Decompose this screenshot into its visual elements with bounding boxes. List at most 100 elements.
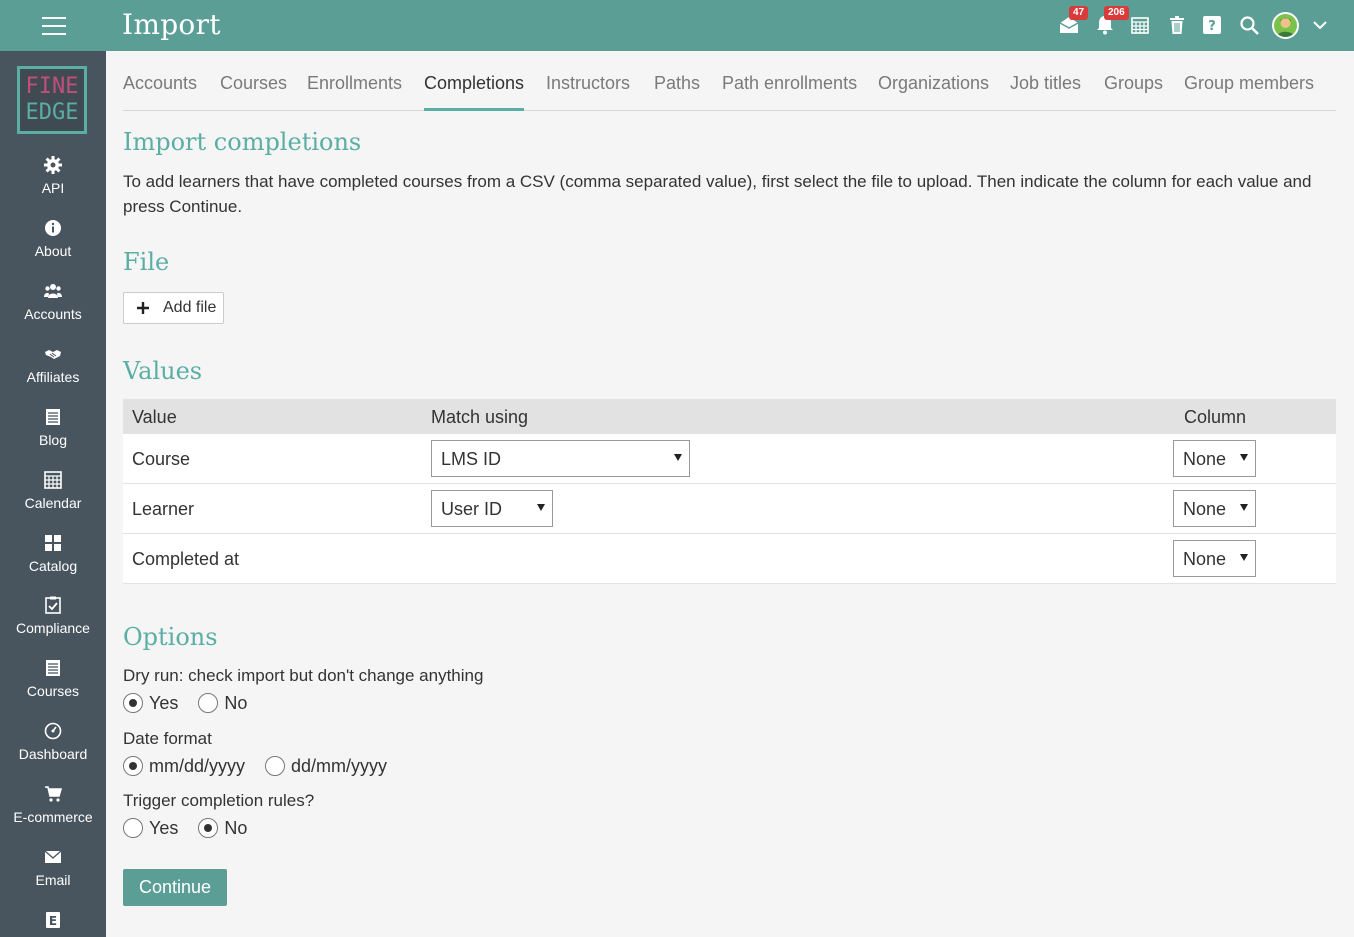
sidebar-item-label: Blog xyxy=(38,432,68,448)
trash-icon[interactable] xyxy=(1165,13,1189,37)
learner-match-select[interactable]: User ID xyxy=(431,490,553,527)
sidebar-item-label: Accounts xyxy=(24,306,82,322)
svg-text:E: E xyxy=(49,914,57,928)
dry-run-radio-group: Yes No xyxy=(123,692,267,714)
info-icon xyxy=(45,220,61,236)
description-text: To add learners that have completed cour… xyxy=(123,172,1312,216)
dropdown-arrow-icon xyxy=(537,504,545,511)
tab-path-enrollments[interactable]: Path enrollments xyxy=(722,73,857,94)
sidebar-item-compliance[interactable]: Compliance xyxy=(0,591,106,651)
values-table: Value Match using Column Course LMS ID N… xyxy=(123,399,1336,584)
search-icon[interactable] xyxy=(1237,13,1261,37)
sidebar-item-label: Calendar xyxy=(24,495,82,511)
top-bar: Import 47 206 ? xyxy=(0,0,1354,51)
tab-group-members[interactable]: Group members xyxy=(1184,73,1314,94)
dropdown-arrow-icon xyxy=(1240,454,1248,461)
radio-label: Yes xyxy=(149,817,179,838)
avatar[interactable] xyxy=(1272,12,1299,39)
sidebar-item-label: About xyxy=(34,243,72,259)
sidebar-item-ecommerce[interactable]: E-commerce xyxy=(0,780,106,840)
tab-instructors[interactable]: Instructors xyxy=(546,73,630,94)
radio-label: dd/mm/yyyy xyxy=(291,755,388,776)
trigger-rules-no-radio[interactable]: No xyxy=(198,818,247,839)
select-value: None xyxy=(1183,549,1227,569)
table-header: Value Match using Column xyxy=(123,399,1336,434)
tab-groups[interactable]: Groups xyxy=(1104,73,1163,94)
date-format-dmy-radio[interactable]: dd/mm/yyyy xyxy=(265,756,387,777)
cart-icon xyxy=(45,786,62,802)
trigger-rules-yes-radio[interactable]: Yes xyxy=(123,818,178,839)
sidebar-item-dashboard[interactable]: Dashboard xyxy=(0,717,106,777)
handshake-icon xyxy=(45,350,61,359)
sidebar-item-courses[interactable]: Courses xyxy=(0,654,106,714)
sidebar-item-e[interactable]: E xyxy=(0,906,106,937)
chevron-down-icon[interactable] xyxy=(1311,16,1329,34)
sidebar-item-affiliates[interactable]: Affiliates xyxy=(0,340,106,400)
dropdown-arrow-icon xyxy=(1240,504,1248,511)
sidebar-item-catalog[interactable]: Catalog xyxy=(0,529,106,589)
dry-run-yes-radio[interactable]: Yes xyxy=(123,693,178,714)
sidebar-item-label: Affiliates xyxy=(26,369,80,385)
radio-circle xyxy=(198,818,219,838)
section-title-import-completions: Import completions xyxy=(123,128,362,156)
tab-completions[interactable]: Completions xyxy=(424,73,524,94)
courses-icon xyxy=(46,660,60,676)
dashboard-icon xyxy=(44,722,62,740)
sidebar-item-blog[interactable]: Blog xyxy=(0,403,106,463)
sidebar-item-label: Email xyxy=(35,872,71,888)
learner-column-select[interactable]: None xyxy=(1173,490,1256,527)
tab-accounts[interactable]: Accounts xyxy=(123,73,197,94)
select-value: User ID xyxy=(441,499,503,519)
radio-label: Yes xyxy=(149,692,179,713)
sidebar-item-label: E-commerce xyxy=(13,809,93,825)
radio-circle xyxy=(198,693,219,713)
completed-at-column-select[interactable]: None xyxy=(1173,540,1256,577)
dropdown-arrow-icon xyxy=(674,454,682,461)
table-row: Learner User ID None xyxy=(123,484,1336,534)
header-match-using: Match using xyxy=(431,407,529,427)
section-title-values: Values xyxy=(123,357,203,385)
select-value: None xyxy=(1183,449,1227,469)
sidebar-item-accounts[interactable]: Accounts xyxy=(0,277,106,337)
messages-badge: 47 xyxy=(1069,6,1089,20)
add-file-label: Add file xyxy=(163,299,217,316)
blog-icon xyxy=(46,409,60,425)
sidebar-item-label: Compliance xyxy=(16,620,90,636)
grid-icon xyxy=(45,535,61,551)
radio-circle xyxy=(123,693,143,713)
messages-icon[interactable]: 47 xyxy=(1057,6,1089,37)
tab-bar: Accounts Courses Enrollments Completions… xyxy=(123,51,1336,111)
course-column-select[interactable]: None xyxy=(1173,440,1256,477)
sidebar-item-email[interactable]: Email xyxy=(0,843,106,903)
radio-label: mm/dd/yyyy xyxy=(149,755,246,776)
bell-icon[interactable]: 206 xyxy=(1093,6,1129,37)
tab-job-titles[interactable]: Job titles xyxy=(1010,73,1081,94)
calendar-icon[interactable] xyxy=(1128,13,1152,37)
select-value: LMS ID xyxy=(441,449,502,469)
date-format-mdy-radio[interactable]: mm/dd/yyyy xyxy=(123,756,245,777)
course-match-select[interactable]: LMS ID xyxy=(431,440,690,477)
gear-icon xyxy=(44,156,62,174)
notifications-badge: 206 xyxy=(1104,6,1129,20)
help-icon[interactable]: ? xyxy=(1200,13,1224,37)
dry-run-no-radio[interactable]: No xyxy=(198,693,247,714)
sidebar: FINE EDGE API About Accounts Affiliates … xyxy=(0,51,106,937)
e-icon: E xyxy=(46,912,60,928)
dry-run-label: Dry run: check import but don't change a… xyxy=(123,666,484,685)
date-format-label: Date format xyxy=(123,729,212,748)
menu-icon[interactable] xyxy=(42,17,66,35)
tab-organizations[interactable]: Organizations xyxy=(878,73,989,94)
sidebar-item-api[interactable]: API xyxy=(0,151,106,211)
sidebar-item-calendar[interactable]: Calendar xyxy=(0,466,106,526)
tab-paths[interactable]: Paths xyxy=(654,73,700,94)
page-title: Import xyxy=(122,8,221,41)
tab-courses[interactable]: Courses xyxy=(220,73,287,94)
logo[interactable]: FINE EDGE xyxy=(17,66,87,134)
add-file-button[interactable]: Add file xyxy=(123,292,224,324)
sidebar-item-about[interactable]: About xyxy=(0,214,106,274)
continue-button[interactable]: Continue xyxy=(123,869,227,906)
trigger-rules-label: Trigger completion rules? xyxy=(123,791,315,810)
envelope-icon xyxy=(44,850,62,863)
sidebar-item-label: API xyxy=(41,180,65,196)
tab-enrollments[interactable]: Enrollments xyxy=(307,73,402,94)
